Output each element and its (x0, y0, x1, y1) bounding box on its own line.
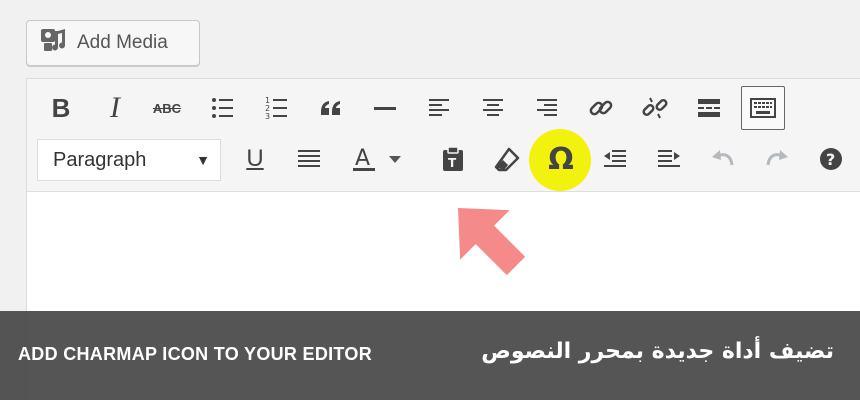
align-center-icon (483, 99, 503, 116)
indent-icon (658, 150, 680, 167)
toolbar-toggle-button[interactable] (741, 86, 785, 130)
quote-icon (321, 101, 340, 115)
undo-icon (712, 150, 734, 166)
help-icon: ? (820, 148, 842, 170)
remove-link-button[interactable] (635, 85, 675, 131)
strikethrough-icon: ABC (152, 100, 182, 116)
horizontal-line-icon (374, 107, 396, 110)
outdent-button[interactable] (595, 136, 635, 182)
text-color-button[interactable]: A (343, 136, 415, 182)
align-left-icon (429, 99, 449, 116)
justify-button[interactable] (289, 136, 329, 182)
undo-button[interactable] (703, 136, 743, 182)
redo-button[interactable] (757, 136, 797, 182)
align-center-button[interactable] (473, 85, 513, 131)
numbered-list-icon: 1 2 3 (265, 96, 287, 121)
numbered-list-button[interactable]: 1 2 3 (257, 85, 297, 131)
read-more-icon (698, 99, 720, 117)
svg-text:?: ? (826, 150, 835, 169)
italic-icon: I (110, 91, 120, 124)
add-media-label: Add Media (77, 32, 168, 53)
italic-button[interactable]: I (95, 85, 135, 131)
align-right-icon (537, 99, 557, 116)
add-media-button[interactable]: Add Media (26, 20, 200, 66)
underline-button[interactable]: U (235, 136, 275, 182)
special-character-button[interactable]: Ω (541, 136, 581, 182)
pointer-arrow-icon (444, 194, 530, 280)
read-more-button[interactable] (689, 85, 729, 131)
eraser-icon (494, 147, 520, 172)
banner-english-text: ADD CHARMAP ICON TO YOUR EDITOR (18, 344, 372, 364)
outdent-icon (604, 150, 626, 167)
omega-icon: Ω (548, 141, 574, 177)
format-select[interactable]: Paragraph ▼ (37, 139, 221, 181)
keyboard-icon (750, 98, 776, 118)
clear-formatting-button[interactable] (487, 136, 527, 182)
bold-button[interactable]: B (41, 85, 81, 131)
caption-banner: ADD CHARMAP ICON TO YOUR EDITOR تضيف أدا… (0, 311, 860, 400)
strikethrough-button[interactable]: ABC (147, 85, 187, 131)
text-color-icon: A (353, 146, 401, 171)
toolbar-row-1: B I ABC 1 2 3 (27, 85, 860, 135)
banner-arabic-text: تضيف أداة جديدة بمحرر النصوص (481, 339, 834, 364)
redo-icon (766, 150, 788, 166)
align-right-button[interactable] (527, 85, 567, 131)
format-select-value: Paragraph (53, 148, 147, 171)
svg-text:A: A (355, 146, 370, 171)
horizontal-line-button[interactable] (365, 85, 405, 131)
bullet-list-icon (212, 98, 233, 118)
indent-button[interactable] (649, 136, 689, 182)
svg-text:3: 3 (265, 112, 270, 121)
clipboard-icon: T (443, 146, 463, 171)
insert-link-button[interactable] (581, 85, 621, 131)
media-icon (39, 25, 69, 61)
unlink-icon (642, 97, 668, 119)
help-button[interactable]: ? (811, 136, 851, 182)
bullet-list-button[interactable] (203, 85, 243, 131)
svg-text:T: T (448, 156, 457, 170)
toolbar-row-2: Paragraph ▼ U A T Ω ? (27, 129, 860, 191)
paste-as-text-button[interactable]: T (433, 136, 473, 182)
align-left-button[interactable] (419, 85, 459, 131)
justify-icon (298, 150, 320, 167)
bold-icon: B (51, 92, 71, 123)
link-icon (589, 100, 613, 116)
underline-icon: U (246, 145, 264, 172)
editor-toolbar: B I ABC 1 2 3 Paragraph ▼ U A T Ω ? (27, 79, 860, 192)
blockquote-button[interactable] (311, 85, 351, 131)
caret-down-icon: ▼ (196, 152, 210, 168)
